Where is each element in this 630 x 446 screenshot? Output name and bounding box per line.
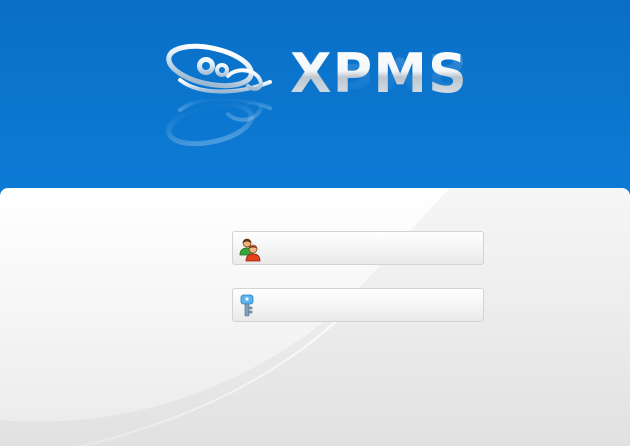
xpms-emblem-icon [166,43,272,146]
username-field[interactable] [232,231,484,265]
app-logo: XPMS XPMS [160,36,480,146]
login-page: XPMS XPMS [0,0,630,446]
username-input[interactable] [267,237,477,259]
key-icon [240,294,254,317]
app-logo-reflection: XPMS [290,54,468,100]
login-panel [0,188,630,446]
password-field[interactable] [232,288,484,322]
header-banner: XPMS XPMS [0,0,630,190]
password-input[interactable] [267,294,477,316]
users-icon [239,238,261,262]
